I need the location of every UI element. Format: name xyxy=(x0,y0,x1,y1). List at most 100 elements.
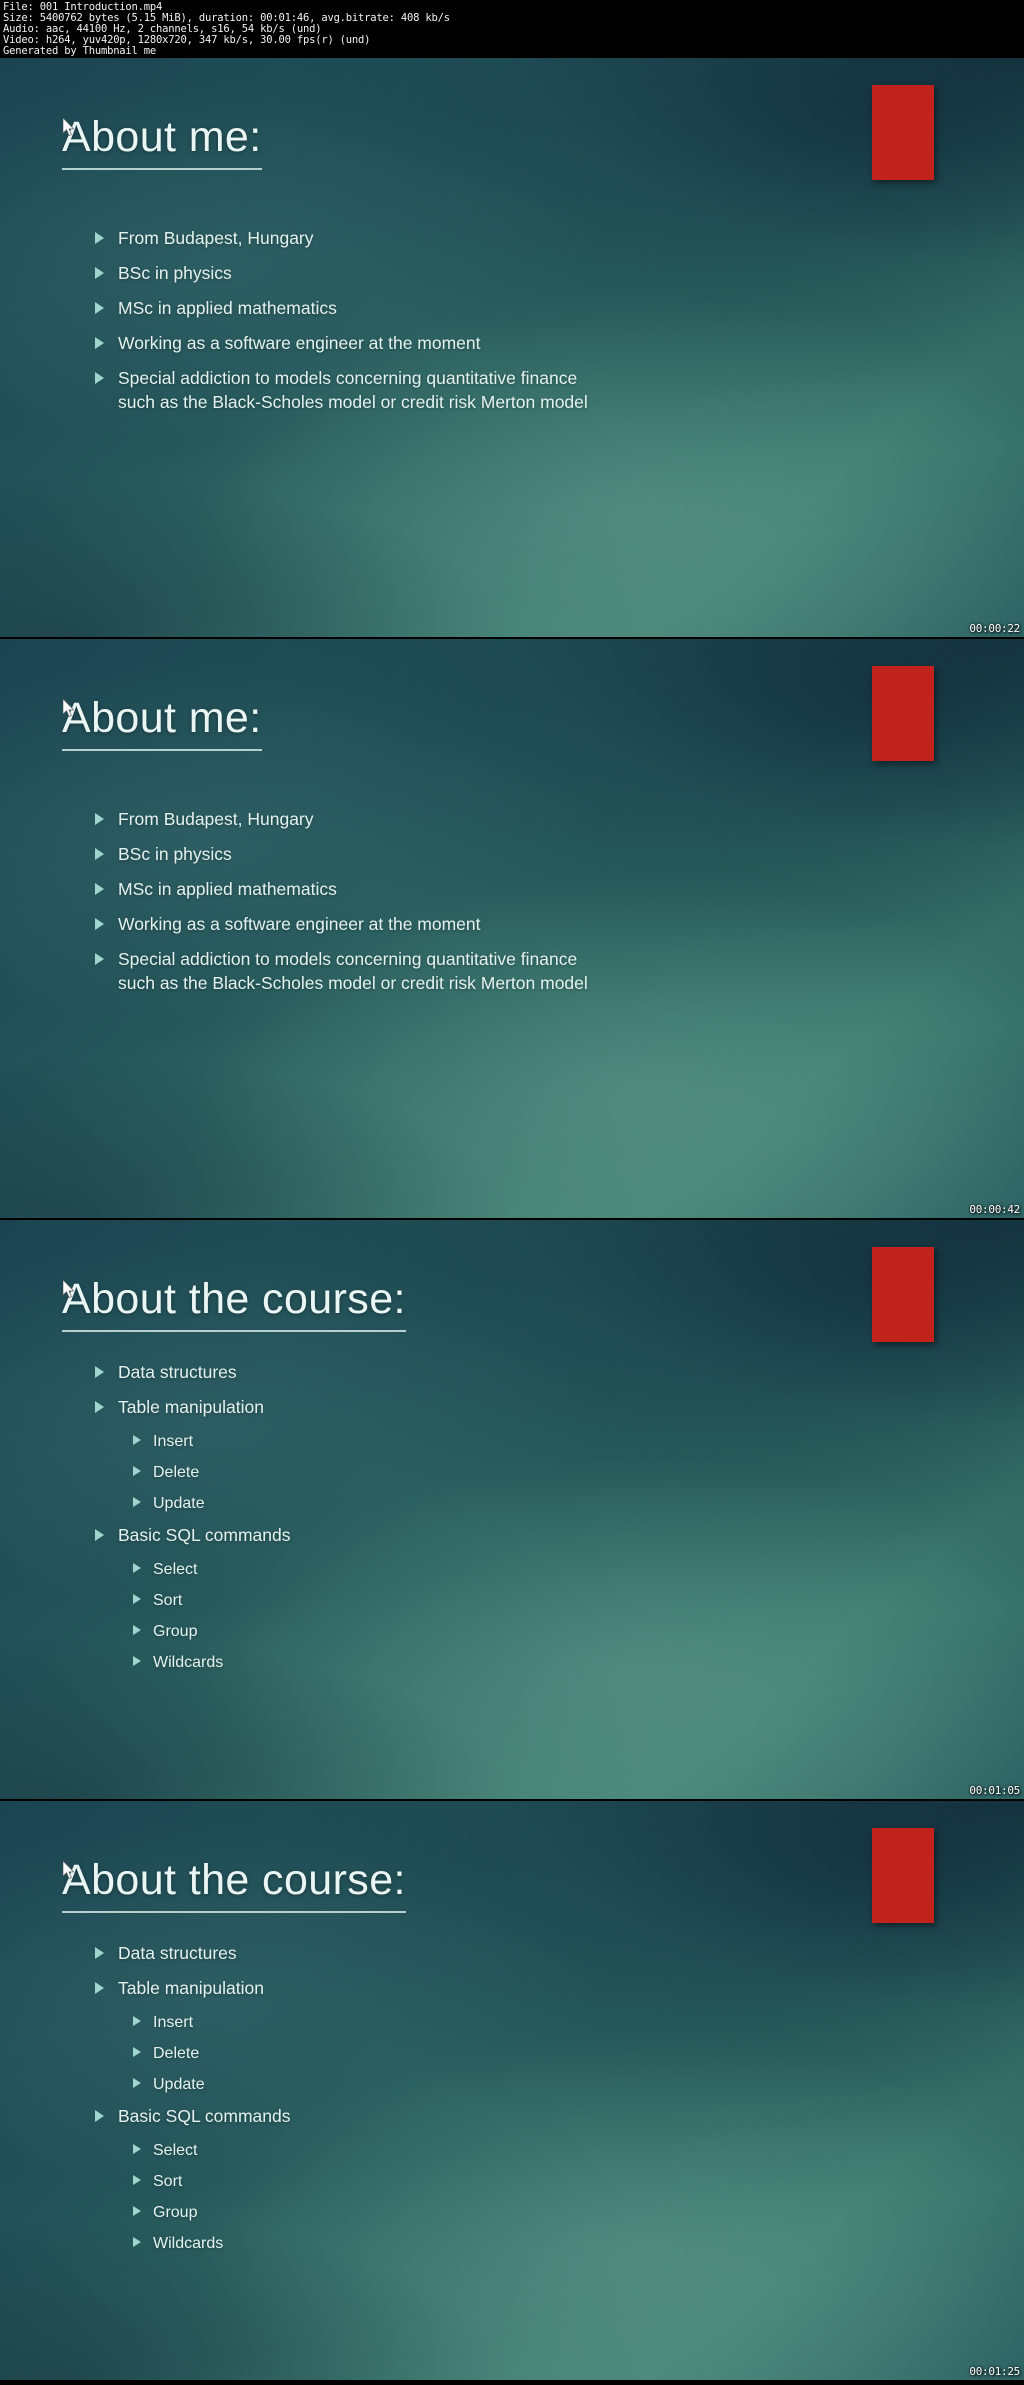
bullet-triangle-icon xyxy=(95,337,104,349)
list-item-label: Select xyxy=(153,1561,198,1578)
bullet-triangle-icon xyxy=(133,2078,141,2088)
bullet-triangle-icon xyxy=(95,302,104,314)
thumbnail-timestamp: 00:01:25 xyxy=(969,2365,1020,2378)
list-item: Table manipulation xyxy=(95,1395,290,1419)
thumbnail-timestamp: 00:00:22 xyxy=(969,622,1020,635)
bullet-list: Data structures Table manipulation Insert D… xyxy=(95,1941,290,2263)
bullet-triangle-icon xyxy=(95,848,104,860)
list-item: From Budapest, Hungary xyxy=(95,807,588,831)
list-item: Delete xyxy=(133,2042,290,2066)
list-item: Basic SQL commands xyxy=(95,1523,290,1547)
list-item-label: Group xyxy=(153,2204,198,2221)
list-item-label: Basic SQL commands xyxy=(118,1525,291,1545)
slide-title: About the course: xyxy=(62,1856,406,1904)
slide-title: About me: xyxy=(62,113,262,161)
list-item-label: Select xyxy=(153,2142,198,2159)
list-item: Special addiction to models concerning q… xyxy=(95,366,588,414)
bullet-triangle-icon xyxy=(133,2047,141,2057)
slide-title: About me: xyxy=(62,694,262,742)
bullet-triangle-icon xyxy=(95,883,104,895)
list-item-label: BSc in physics xyxy=(118,263,232,283)
list-item-label: Sort xyxy=(153,1592,183,1609)
list-item-label: Update xyxy=(153,2076,205,2093)
list-item-label: Insert xyxy=(153,2014,194,2031)
list-item: Update xyxy=(133,1492,290,1516)
list-item-label: Sort xyxy=(153,2173,183,2190)
list-item-label: Working as a software engineer at the mo… xyxy=(118,914,481,934)
list-item: Wildcards xyxy=(133,1651,290,1675)
list-item-label: Special addiction to models concerning q… xyxy=(118,368,588,412)
list-item: Sort xyxy=(133,2170,290,2194)
list-item: Wildcards xyxy=(133,2232,290,2256)
video-thumbnail-slide[interactable]: About me: From Budapest, Hungary BSc in ph… xyxy=(0,639,1024,1220)
list-item: Working as a software engineer at the mo… xyxy=(95,912,588,936)
bullet-triangle-icon xyxy=(133,2144,141,2154)
bullet-list: From Budapest, Hungary BSc in physics MSc … xyxy=(95,226,588,425)
bullet-triangle-icon xyxy=(95,2110,104,2122)
bullet-triangle-icon xyxy=(133,1466,141,1476)
list-item: Sort xyxy=(133,1589,290,1613)
bullet-triangle-icon xyxy=(133,2206,141,2216)
mouse-cursor-icon xyxy=(62,1860,75,1880)
list-item-label: Group xyxy=(153,1623,198,1640)
list-item: Data structures xyxy=(95,1941,290,1965)
list-item: Insert xyxy=(133,1430,290,1454)
bullet-triangle-icon xyxy=(133,2237,141,2247)
bullet-triangle-icon xyxy=(133,1594,141,1604)
list-item: Special addiction to models concerning q… xyxy=(95,947,588,995)
bullet-triangle-icon xyxy=(95,813,104,825)
list-item-label: From Budapest, Hungary xyxy=(118,228,314,248)
bullet-triangle-icon xyxy=(95,1529,104,1541)
bullet-triangle-icon xyxy=(95,232,104,244)
bullet-triangle-icon xyxy=(95,918,104,930)
list-item-label: Basic SQL commands xyxy=(118,2106,291,2126)
file-info-generator: Generated by Thumbnail me xyxy=(3,45,157,57)
list-item: Data structures xyxy=(95,1360,290,1384)
list-item: Delete xyxy=(133,1461,290,1485)
red-accent-rectangle xyxy=(872,1247,934,1342)
thumbnail-timestamp: 00:01:05 xyxy=(969,1784,1020,1797)
list-item-label: BSc in physics xyxy=(118,844,232,864)
mouse-cursor-icon xyxy=(62,1279,75,1299)
bullet-triangle-icon xyxy=(133,1563,141,1573)
bullet-triangle-icon xyxy=(133,2175,141,2185)
title-underline xyxy=(62,168,262,170)
bullet-triangle-icon xyxy=(95,1401,104,1413)
list-item: MSc in applied mathematics xyxy=(95,296,588,320)
mouse-cursor-icon xyxy=(62,117,75,137)
list-item-label: Delete xyxy=(153,1464,200,1481)
bullet-triangle-icon xyxy=(95,953,104,965)
title-underline xyxy=(62,749,262,751)
list-item: Select xyxy=(133,1558,290,1582)
list-item: Basic SQL commands xyxy=(95,2104,290,2128)
list-item: BSc in physics xyxy=(95,261,588,285)
list-item: Table manipulation xyxy=(95,1976,290,2000)
list-item-label: Wildcards xyxy=(153,1654,224,1671)
list-item-label: Table manipulation xyxy=(118,1397,264,1417)
red-accent-rectangle xyxy=(872,666,934,761)
list-item-label: MSc in applied mathematics xyxy=(118,298,337,318)
red-accent-rectangle xyxy=(872,85,934,180)
list-item: From Budapest, Hungary xyxy=(95,226,588,250)
file-info-video: Video: h264, yuv420p, 1280x720, 347 kb/s… xyxy=(3,34,371,46)
list-item: Insert xyxy=(133,2011,290,2035)
video-thumbnail-slide[interactable]: About the course: Data structures Table ma… xyxy=(0,1801,1024,2382)
bullet-triangle-icon xyxy=(133,1435,141,1445)
list-item: MSc in applied mathematics xyxy=(95,877,588,901)
bullet-triangle-icon xyxy=(133,2016,141,2026)
bullet-list: Data structures Table manipulation Insert D… xyxy=(95,1360,290,1682)
slide-title: About the course: xyxy=(62,1275,406,1323)
thumbnail-grid: About me: From Budapest, Hungary BSc in ph… xyxy=(0,58,1024,2385)
red-accent-rectangle xyxy=(872,1828,934,1923)
bullet-triangle-icon xyxy=(95,1982,104,1994)
video-thumbnail-slide[interactable]: About me: From Budapest, Hungary BSc in ph… xyxy=(0,58,1024,639)
list-item: Update xyxy=(133,2073,290,2097)
list-item-label: MSc in applied mathematics xyxy=(118,879,337,899)
video-thumbnail-slide[interactable]: About the course: Data structures Table ma… xyxy=(0,1220,1024,1801)
list-item: BSc in physics xyxy=(95,842,588,866)
mouse-cursor-icon xyxy=(62,698,75,718)
list-item-label: Delete xyxy=(153,2045,200,2062)
bullet-triangle-icon xyxy=(133,1625,141,1635)
bullet-list: From Budapest, Hungary BSc in physics MSc … xyxy=(95,807,588,1006)
list-item: Group xyxy=(133,2201,290,2225)
